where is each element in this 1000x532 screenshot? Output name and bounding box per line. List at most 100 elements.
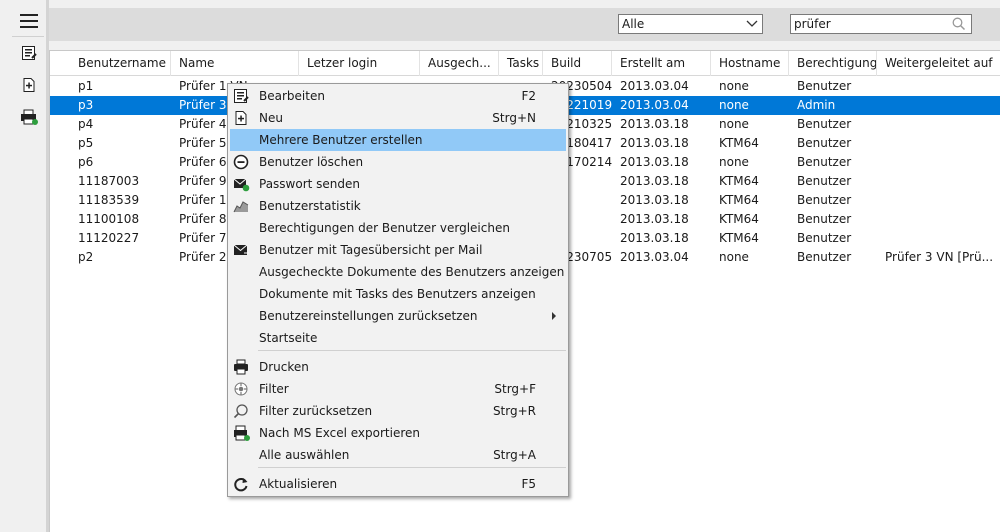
menu-item-label: Bearbeiten [259,89,325,103]
table-header: Benutzername Name Letzer login Ausgech..… [50,51,1000,76]
menu-item-label: Alle auswählen [259,448,350,462]
menu-item[interactable]: Nach MS Excel exportieren [230,422,566,444]
menu-item-shortcut: F5 [521,477,536,491]
column-header-created[interactable]: Erstellt am [612,51,711,76]
menu-item[interactable]: Dokumente mit Tasks des Benutzers anzeig… [230,283,566,305]
column-header-checked-out[interactable]: Ausgech... [420,51,499,76]
menu-item-label: Ausgecheckte Dokumente des Benutzers anz… [259,265,565,279]
table-cell-user: p3 [78,98,94,112]
menu-item-label: Drucken [259,360,309,374]
table-cell-host: KTM64 [719,136,759,150]
table-cell-host: none [719,117,749,131]
menu-item-shortcut: Strg+R [492,404,536,418]
table-cell-created: 2013.03.18 [620,231,689,245]
menu-item[interactable]: Drucken [230,356,566,378]
table-cell-user: p1 [78,79,94,93]
menu-item[interactable]: Benutzerstatistik [230,195,566,217]
menu-item-label: Mehrere Benutzer erstellen [259,133,423,147]
edit-icon [232,87,250,105]
table-cell-created: 2013.03.18 [620,136,689,150]
excel-export-icon [232,424,250,442]
table-cell-perm: Benutzer [797,250,852,264]
left-toolbar [0,0,46,532]
menu-item-label: Startseite [259,331,318,345]
table-cell-perm: Benutzer [797,155,852,169]
table-cell-fwd [877,229,1000,248]
menu-item[interactable]: Mehrere Benutzer erstellen [230,129,566,151]
table-cell-user: p5 [78,136,94,150]
context-menu: Bearbeiten F2 Neu Strg+N Mehrere Benutzer er… [227,83,569,497]
hamburger-menu-icon[interactable] [12,6,46,36]
table-cell-fwd [877,115,1000,134]
menu-item-label: Nach MS Excel exportieren [259,426,420,440]
table-cell-host: none [719,79,749,93]
column-header-build[interactable]: Build [543,51,612,76]
menu-item[interactable]: Ausgecheckte Dokumente des Benutzers anz… [230,261,566,283]
menu-item[interactable]: Aktualisieren F5 [230,473,566,495]
column-header-hostname[interactable]: Hostname [711,51,789,76]
menu-item-label: Filter zurücksetzen [259,404,373,418]
menu-item-label: Aktualisieren [259,477,338,491]
menu-item-label: Benutzer mit Tagesübersicht per Mail [259,243,483,257]
menu-item-label: Passwort senden [259,177,361,191]
menu-item[interactable]: Startseite [230,327,566,349]
print-icon [232,358,250,376]
table-cell-perm: Benutzer [797,136,852,150]
edit-list-icon[interactable] [12,38,46,68]
table-cell-perm: Benutzer [797,79,852,93]
menu-item[interactable]: Filter zurücksetzen Strg+R [230,400,566,422]
scope-dropdown-value: Alle [622,17,645,31]
new-icon [232,109,250,127]
table-cell-user: 11183539 [78,193,140,207]
table-cell-fwd [877,77,1000,96]
refresh-icon [232,475,250,493]
column-header-last-login[interactable]: Letzer login [299,51,420,76]
export-printer-icon[interactable] [12,102,46,132]
table-cell-user: 11187003 [78,174,140,188]
menu-separator [258,350,566,351]
table-cell-perm: Benutzer [797,174,852,188]
search-input-value: prüfer [794,17,831,31]
table-cell-perm: Benutzer [797,231,852,245]
search-icon[interactable] [952,17,966,31]
table-cell-fwd: Prüfer 3 VN [Prü... [885,250,994,264]
menu-item-label: Berechtigungen der Benutzer vergleichen [259,221,510,235]
menu-item[interactable]: Passwort senden [230,173,566,195]
chevron-down-icon [746,20,758,27]
menu-item-shortcut: F2 [521,89,536,103]
column-header-name[interactable]: Name [171,51,299,76]
mail-icon [232,241,250,259]
column-header-tasks[interactable]: Tasks [499,51,543,76]
menu-item-shortcut: Strg+A [493,448,536,462]
menu-separator [258,467,566,468]
table-cell-perm: Benutzer [797,212,852,226]
table-cell-host: none [719,155,749,169]
table-cell-perm: Benutzer [797,117,852,131]
toolbar-divider [12,36,44,37]
statistics-icon [232,197,250,215]
menu-item[interactable]: Benutzer löschen [230,151,566,173]
menu-item[interactable]: Filter Strg+F [230,378,566,400]
table-cell-fwd [877,172,1000,191]
menu-item[interactable]: Benutzer mit Tagesübersicht per Mail [230,239,566,261]
menu-item[interactable]: Benutzereinstellungen zurücksetzen [230,305,566,327]
search-input[interactable]: prüfer [790,14,972,34]
menu-item[interactable]: Bearbeiten F2 [230,85,566,107]
column-header-forwarded[interactable]: Weitergeleitet auf [877,51,1000,76]
table-cell-perm: Admin [797,98,836,112]
menu-item[interactable]: Neu Strg+N [230,107,566,129]
menu-item[interactable]: Berechtigungen der Benutzer vergleichen [230,217,566,239]
table-cell-created: 2013.03.04 [620,98,689,112]
table-cell-created: 2013.03.18 [620,174,689,188]
menu-item-label: Dokumente mit Tasks des Benutzers anzeig… [259,287,536,301]
delete-icon [232,153,250,171]
table-cell-created: 2013.03.18 [620,117,689,131]
menu-item-label: Filter [259,382,289,396]
menu-item[interactable]: Alle auswählen Strg+A [230,444,566,466]
table-cell-created: 2013.03.04 [620,250,689,264]
new-document-icon[interactable] [12,70,46,100]
scope-dropdown[interactable]: Alle [618,14,763,34]
table-cell-host: KTM64 [719,231,759,245]
column-header-permission[interactable]: Berechtigung [789,51,877,76]
column-header-benutzername[interactable]: Benutzername [70,51,171,76]
